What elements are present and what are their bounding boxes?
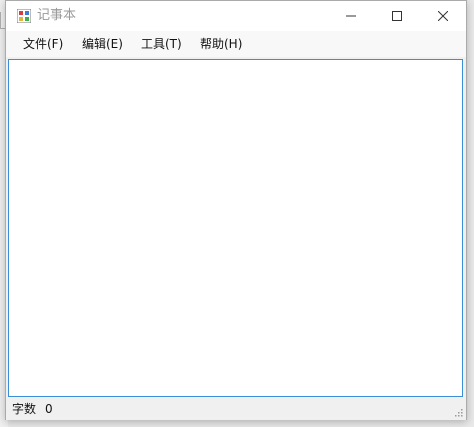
- notepad-window: 记事本 文件(F) 编辑(E) 工具(T) 帮助(H) 字数 0: [5, 0, 467, 420]
- word-count-label: 字数: [12, 402, 37, 416]
- minimize-button[interactable]: [328, 1, 374, 31]
- word-count-value: 0: [45, 402, 53, 416]
- menu-bar: 文件(F) 编辑(E) 工具(T) 帮助(H): [6, 31, 466, 57]
- window-title: 记事本: [37, 8, 77, 23]
- menu-edit[interactable]: 编辑(E): [80, 35, 125, 53]
- notepad-app-icon[interactable]: [17, 9, 31, 23]
- menu-help[interactable]: 帮助(H): [198, 35, 244, 53]
- maximize-icon: [392, 11, 402, 21]
- close-button[interactable]: [420, 1, 466, 31]
- menu-tools[interactable]: 工具(T): [139, 35, 184, 53]
- resize-grip-icon[interactable]: [453, 407, 463, 417]
- maximize-button[interactable]: [374, 1, 420, 31]
- minimize-icon: [346, 15, 356, 17]
- close-icon: [438, 11, 448, 21]
- status-bar: 字数 0: [6, 398, 466, 420]
- menu-file[interactable]: 文件(F): [21, 35, 65, 53]
- title-bar[interactable]: 记事本: [6, 1, 466, 31]
- text-editor[interactable]: [8, 59, 463, 397]
